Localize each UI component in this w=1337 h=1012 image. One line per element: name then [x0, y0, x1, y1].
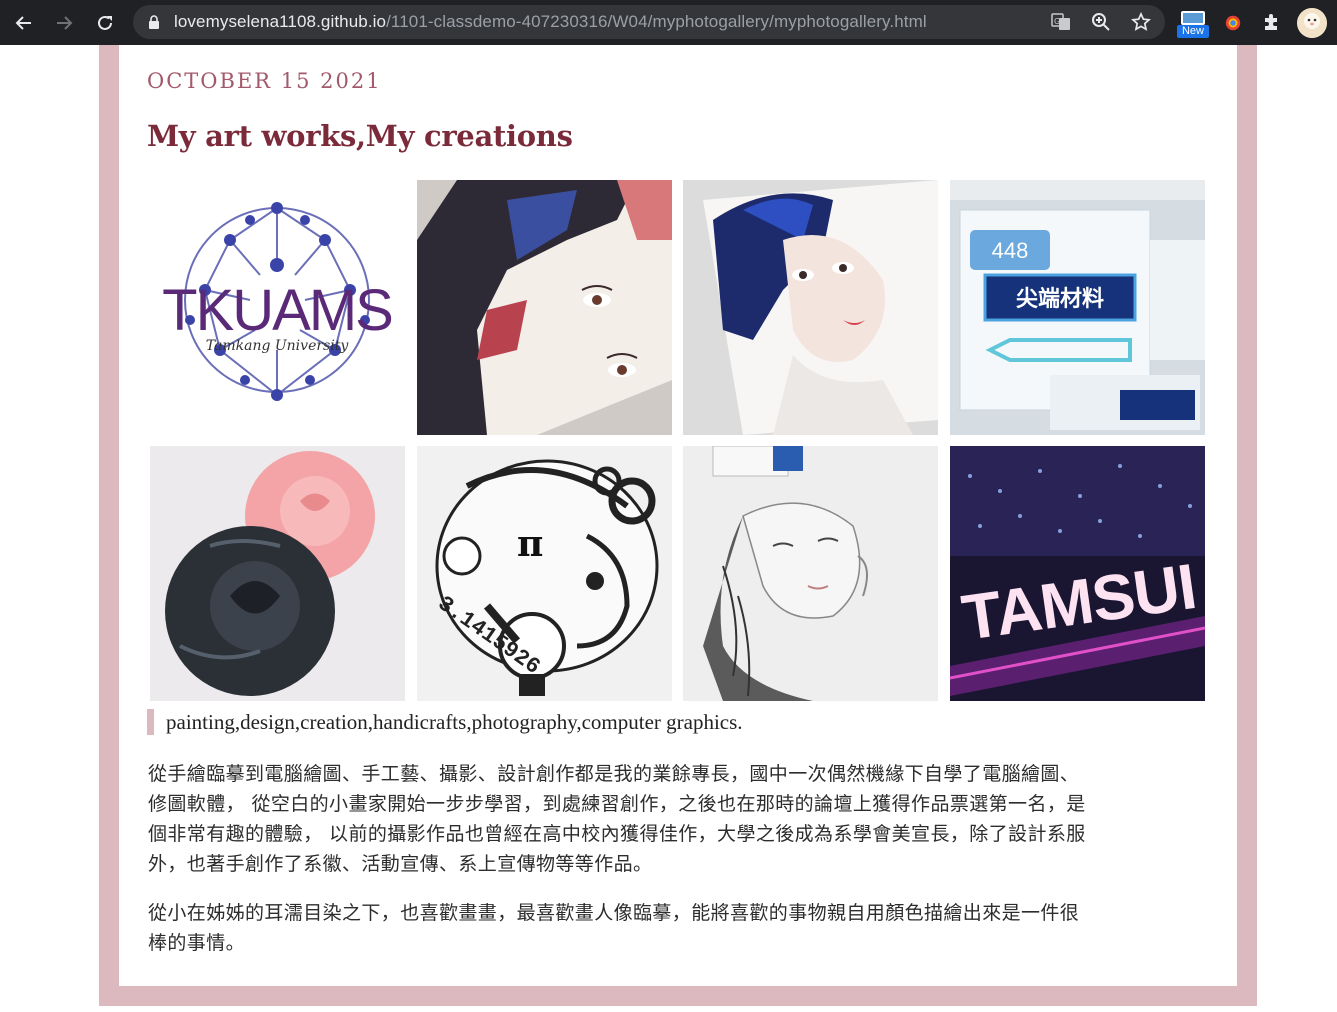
translate-icon[interactable]: G: [1051, 12, 1071, 32]
address-bar[interactable]: lovemyselena1108.github.io/1101-classdem…: [133, 5, 1165, 39]
intro-paragraph: 從手繪臨摹到電腦繪圖、手工藝、攝影、設計創作都是我的業餘專長，國中一次偶然機緣下…: [148, 759, 1218, 879]
puzzle-icon[interactable]: [1259, 10, 1285, 36]
tkuams-logo-text: TKUAMS: [162, 278, 392, 343]
gallery-caption: painting,design,creation,handicrafts,pho…: [147, 709, 743, 735]
gallery-pencil-sketch[interactable]: [683, 446, 938, 701]
tkuams-logo-subtext: Tamkang University: [206, 338, 350, 354]
reload-icon[interactable]: [91, 9, 119, 37]
badge-title-text: 尖端材料: [1016, 287, 1104, 312]
gallery-doodle-design[interactable]: π 3.1415926: [417, 446, 672, 701]
post-card: OCTOBER 15 2021 My art works,My creation…: [119, 45, 1237, 986]
photo-gallery: TKUAMS Tamkang University 448 尖端材料 π 3.1…: [150, 180, 1205, 701]
arrow-right-icon[interactable]: [50, 9, 78, 37]
second-paragraph-line: 從小在姊姊的耳濡目染之下，也喜歡畫畫，最喜歡畫人像臨摹，能將喜歡的事物親自用顏色…: [148, 902, 1080, 924]
second-paragraph-line: 棒的事情。: [148, 932, 246, 954]
url-text[interactable]: lovemyselena1108.github.io/1101-classdem…: [174, 12, 927, 32]
chrome-extension-icon[interactable]: [1220, 10, 1246, 36]
url-host: lovemyselena1108.github.io: [174, 12, 387, 31]
star-icon[interactable]: [1131, 12, 1151, 32]
post-date: OCTOBER 15 2021: [147, 69, 382, 93]
intro-paragraph-line: 個非常有趣的體驗， 以前的攝影作品也曾經在高中校內獲得佳作，大學之後成為系學會美…: [148, 823, 1086, 845]
badge-code-text: 448: [992, 238, 1029, 263]
gallery-colored-portrait[interactable]: [417, 180, 672, 435]
post-title: My art works,My creations: [147, 119, 573, 153]
svg-text:G: G: [1054, 17, 1060, 26]
intro-paragraph-line: 從手繪臨摹到電腦繪圖、手工藝、攝影、設計創作都是我的業餘專長，國中一次偶然機緣下…: [148, 763, 1080, 785]
svg-text:π: π: [517, 523, 543, 565]
zoom-icon[interactable]: [1091, 12, 1111, 32]
lock-icon[interactable]: [148, 15, 160, 29]
gallery-badges[interactable]: 448 尖端材料: [950, 180, 1205, 435]
browser-toolbar: lovemyselena1108.github.io/1101-classdem…: [0, 0, 1337, 45]
arrow-left-icon[interactable]: [10, 9, 38, 37]
second-paragraph: 從小在姊姊的耳濡目染之下，也喜歡畫畫，最喜歡畫人像臨摹，能將喜歡的事物親自用顏色…: [148, 898, 1218, 958]
extension-new-badge[interactable]: New: [1177, 11, 1209, 39]
url-path: /1101-classdemo-407230316/W04/myphotogal…: [386, 12, 927, 31]
extension-new-label: New: [1177, 25, 1209, 38]
gallery-tamsui-sign[interactable]: TAMSUI: [950, 446, 1205, 701]
gallery-bluehair-portrait[interactable]: [683, 180, 938, 435]
avatar[interactable]: [1297, 8, 1327, 38]
gallery-paper-roses[interactable]: [150, 446, 405, 701]
page-frame: OCTOBER 15 2021 My art works,My creation…: [99, 45, 1257, 1006]
intro-paragraph-line: 外，也著手創作了系徽、活動宣傳、系上宣傳物等等作品。: [148, 853, 653, 875]
gallery-tkuams-logo[interactable]: TKUAMS Tamkang University: [150, 180, 405, 435]
intro-paragraph-line: 修圖軟體， 從空白的小畫家開始一步步學習，到處練習創作，之後也在那時的論壇上獲得…: [148, 793, 1086, 815]
